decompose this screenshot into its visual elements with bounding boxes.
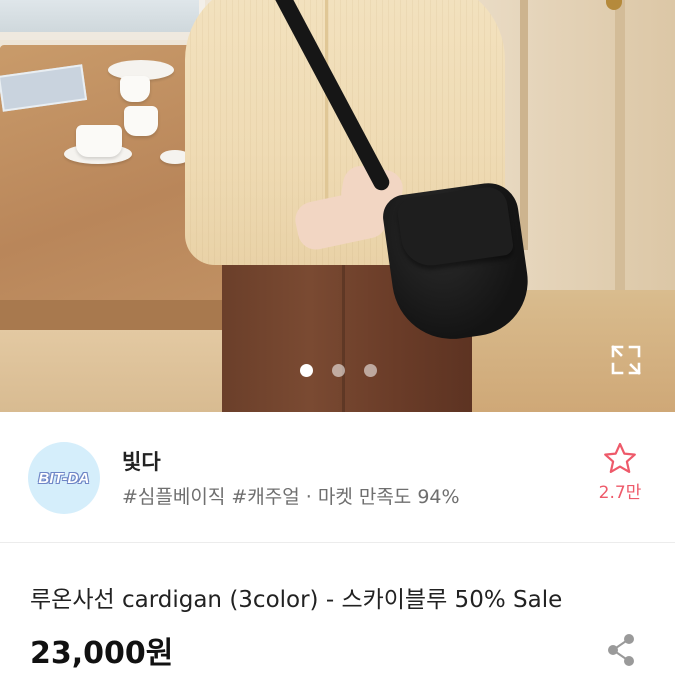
- jar: [124, 106, 158, 136]
- star-outline-icon: [604, 442, 636, 473]
- table-front: [0, 330, 240, 412]
- product-image-carousel[interactable]: [0, 0, 675, 412]
- divider: [0, 542, 675, 543]
- seller-logo-text: BIT-DA: [38, 469, 90, 487]
- favorite-count: 2.7만: [598, 483, 642, 503]
- background-door-frame: [615, 0, 625, 300]
- carousel-dot-1[interactable]: [300, 364, 313, 377]
- carousel-dot-2[interactable]: [332, 364, 345, 377]
- seller-avatar[interactable]: BIT-DA: [28, 442, 100, 514]
- carousel-dot-3[interactable]: [364, 364, 377, 377]
- product-price: 23,000원: [30, 636, 174, 671]
- seller-name[interactable]: 빛다: [122, 446, 161, 476]
- jar: [120, 76, 150, 102]
- seller-info: BIT-DA 빛다 #심플베이직 #캐주얼 · 마켓 만족도 94% 2.7만: [0, 412, 675, 542]
- favorite-button[interactable]: 2.7만: [590, 442, 650, 503]
- product-title: 루온사선 cardigan (3color) - 스카이블루 50% Sale: [30, 587, 563, 613]
- coffee-cup: [76, 125, 122, 157]
- expand-icon[interactable]: [610, 344, 642, 376]
- background-window: [0, 0, 205, 40]
- seller-tags: #심플베이직 #캐주얼 · 마켓 만족도 94%: [122, 486, 460, 508]
- background-door-frame: [520, 0, 528, 250]
- carousel-indicator[interactable]: [300, 364, 377, 377]
- share-icon[interactable]: [604, 632, 638, 668]
